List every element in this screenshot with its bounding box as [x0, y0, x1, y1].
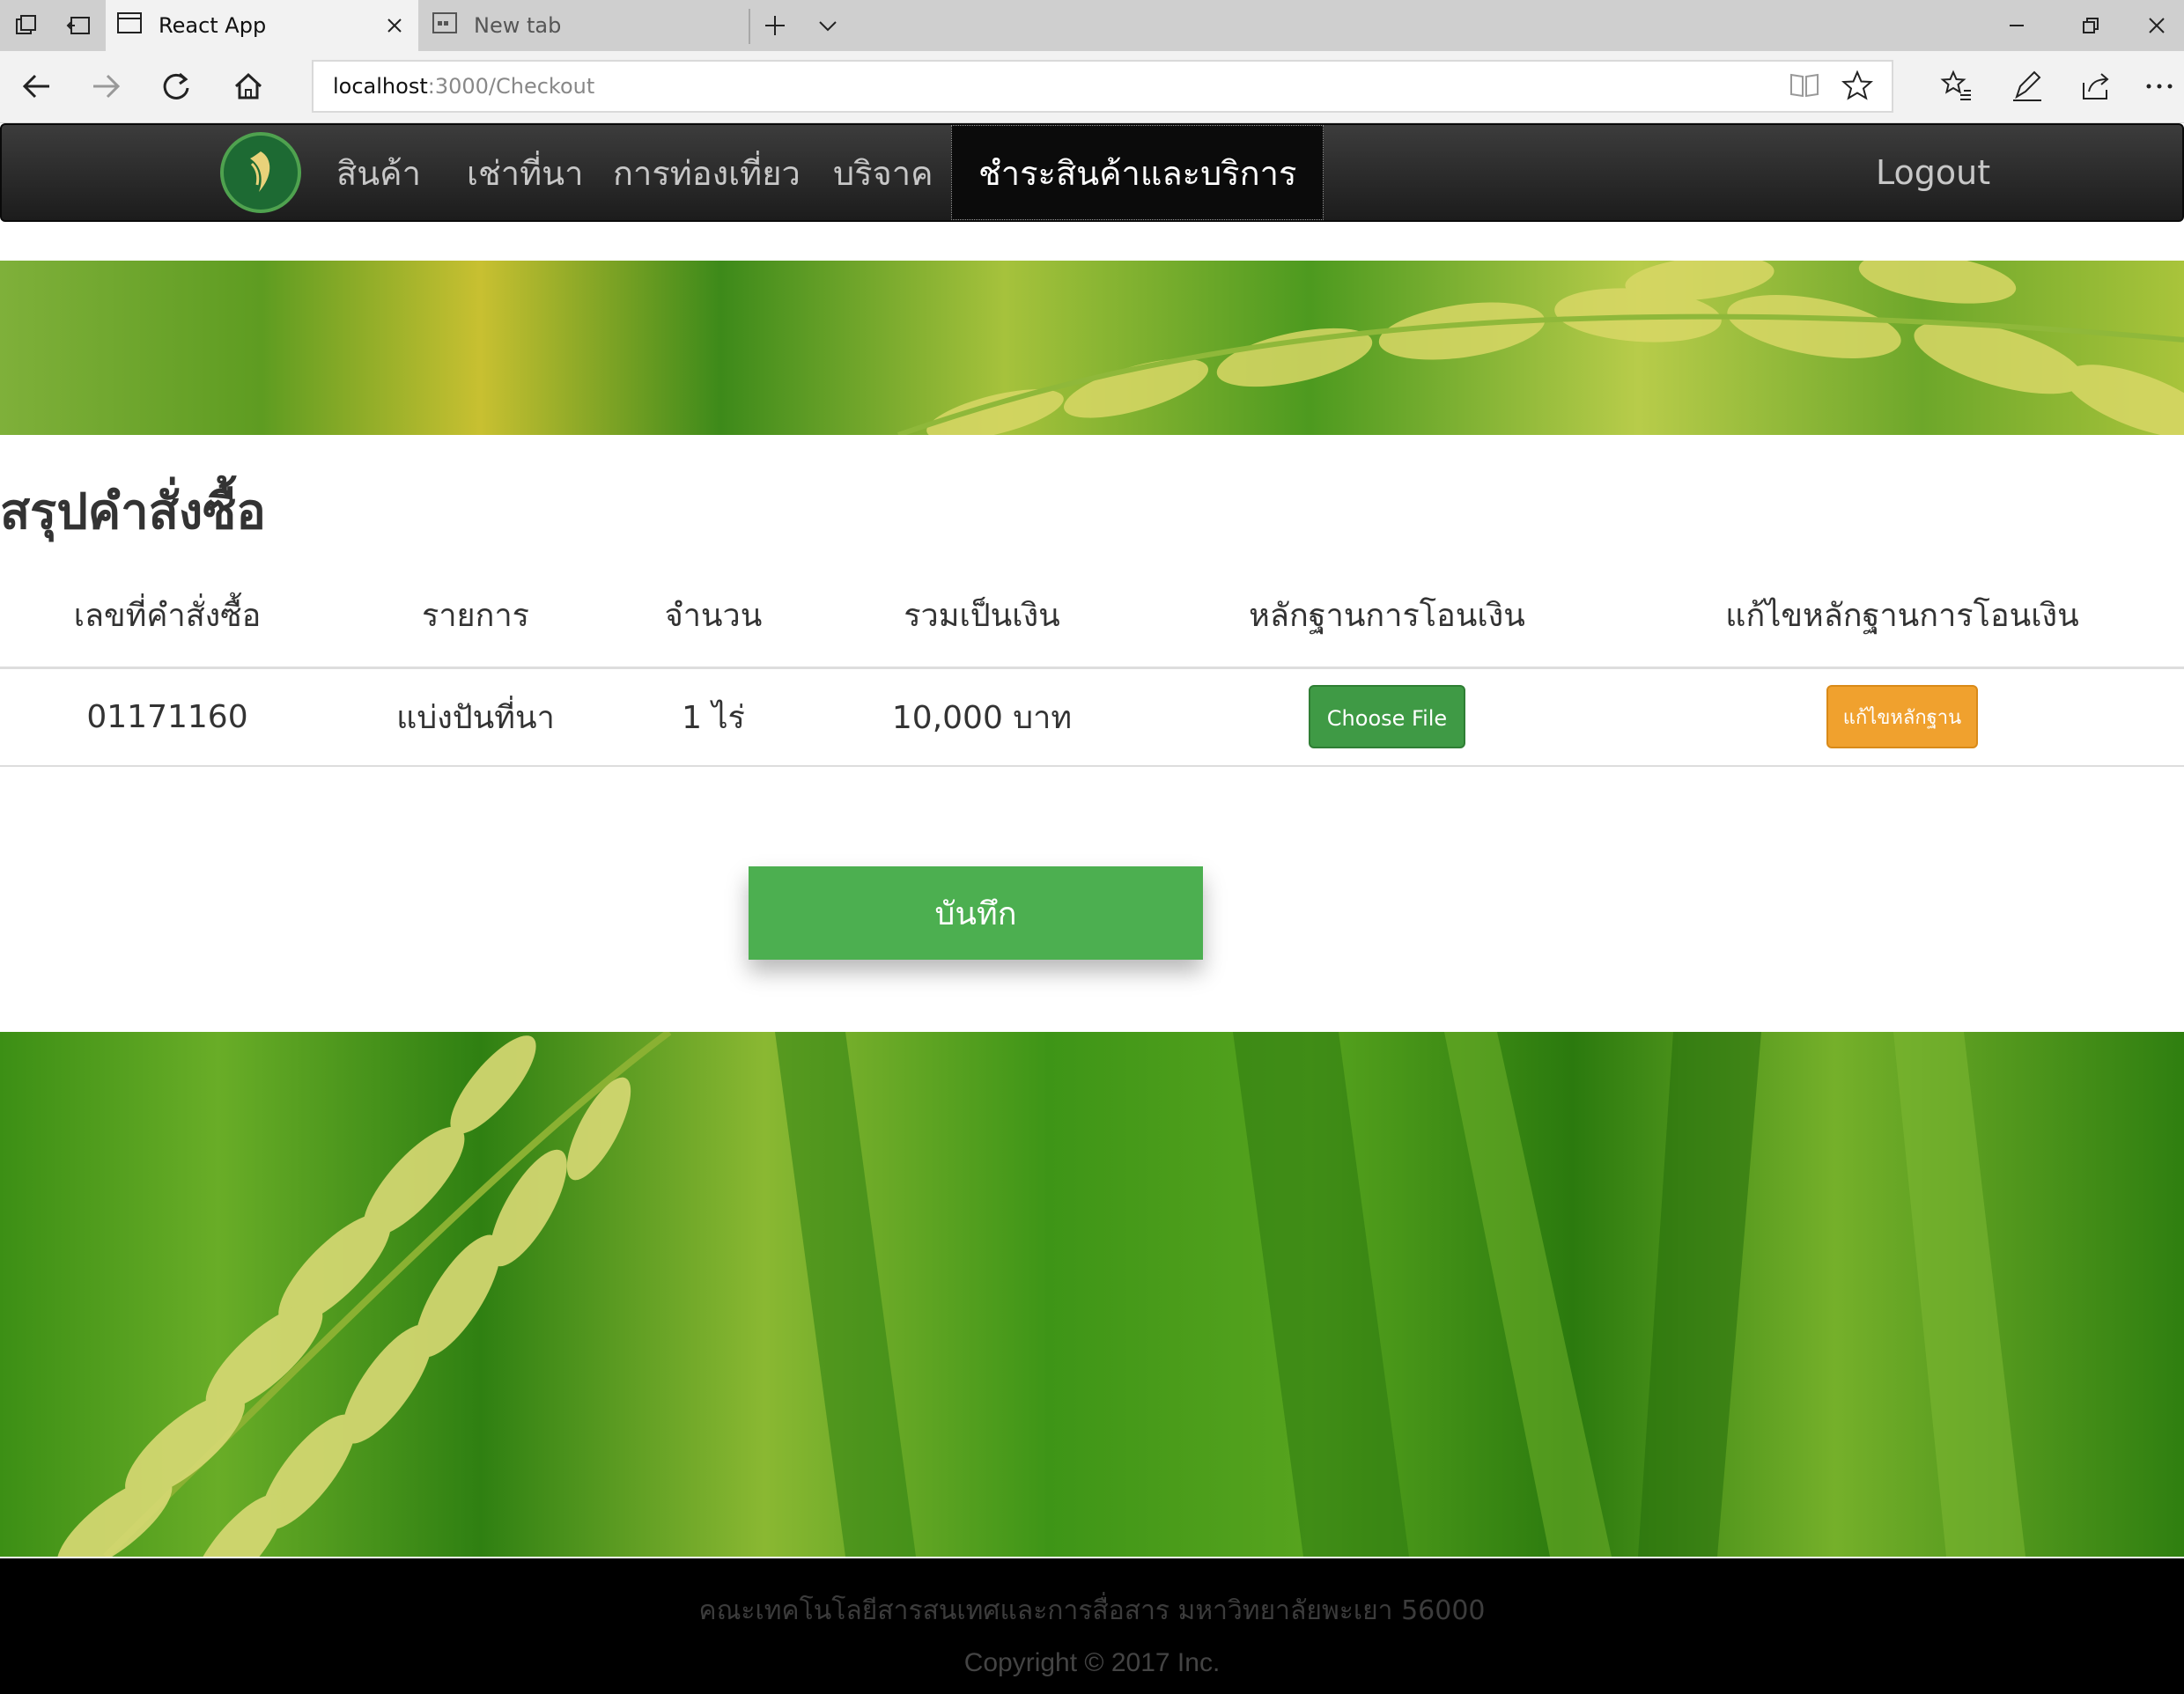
nav-donate[interactable]: บริจาค [833, 125, 933, 220]
browser-address-bar: localhost:3000/Checkout [0, 51, 2184, 123]
pen-icon[interactable] [2001, 60, 2054, 113]
favorites-hub-icon[interactable] [1930, 60, 1983, 113]
table-header-row: เลขที่คำสั่งซื้อ รายการ จำนวน รวมเป็นเงิ… [0, 563, 2184, 669]
column-header-item: รายการ [335, 563, 616, 669]
favorite-star-icon[interactable] [1835, 63, 1879, 107]
back-arrow-icon[interactable] [11, 60, 63, 113]
home-icon[interactable] [222, 60, 275, 113]
column-header-order-no: เลขที่คำสั่งซื้อ [0, 563, 335, 669]
close-tab-icon[interactable] [381, 12, 408, 39]
page-icon [116, 11, 143, 40]
refresh-icon[interactable] [150, 60, 203, 113]
cell-item: แบ่งปันที่นา [335, 667, 616, 767]
tab-title: New tab [474, 13, 562, 38]
cell-edit-proof: แก้ไขหลักฐาน [1620, 667, 2184, 767]
site-footer: คณะเทคโนโลยีสารสนเทศและการสื่อสาร มหาวิท… [0, 1558, 2184, 1694]
cell-total: 10,000 บาท [810, 667, 1154, 767]
rice-banner-bottom [0, 1032, 2184, 1557]
rice-banner-top [0, 261, 2184, 435]
nav-products[interactable]: สินค้า [336, 125, 421, 220]
cell-order-no: 01171160 [0, 667, 335, 767]
save-button[interactable]: บันทึก [749, 866, 1203, 960]
tab-react-app[interactable]: React App [106, 0, 418, 51]
forward-arrow-icon[interactable] [79, 60, 132, 113]
new-tab-page-icon [432, 11, 458, 40]
url-input[interactable]: localhost:3000/Checkout [312, 60, 1893, 113]
url-host: localhost [333, 74, 428, 99]
column-header-transfer-proof: หลักฐานการโอนเงิน [1154, 563, 1620, 669]
site-navbar: สินค้า เช่าที่นา การท่องเที่ยว บริจาค ชำ… [0, 123, 2184, 222]
footer-copyright: Copyright © 2017 Inc. [963, 1648, 1221, 1677]
share-icon[interactable] [2070, 60, 2122, 113]
tab-preview-icon[interactable] [53, 0, 106, 51]
url-path: :3000/Checkout [427, 74, 595, 99]
chevron-down-icon[interactable] [801, 0, 854, 51]
new-tab-plus-icon[interactable] [749, 0, 801, 51]
reading-view-icon[interactable] [1782, 63, 1826, 107]
order-summary-table: เลขที่คำสั่งซื้อ รายการ จำนวน รวมเป็นเงิ… [0, 563, 2184, 767]
tab-manager-icon[interactable] [0, 0, 53, 51]
tab-title: React App [159, 13, 267, 38]
site-logo[interactable] [220, 132, 301, 213]
table-row: 01171160 แบ่งปันที่นา 1 ไร่ 10,000 บาท C… [0, 667, 2184, 767]
cell-transfer-proof: Choose File [1154, 667, 1620, 767]
restore-icon[interactable] [2055, 0, 2126, 51]
choose-file-button[interactable]: Choose File [1309, 685, 1465, 749]
edit-proof-button[interactable]: แก้ไขหลักฐาน [1826, 685, 1978, 749]
column-header-quantity: จำนวน [616, 563, 810, 669]
minimize-icon[interactable] [1981, 0, 2052, 51]
column-header-total: รวมเป็นเงิน [810, 563, 1154, 669]
more-options-icon[interactable] [2135, 60, 2184, 113]
nav-checkout[interactable]: ชำระสินค้าและบริการ [951, 125, 1324, 220]
logout-link[interactable]: Logout [1876, 125, 1990, 220]
footer-address: คณะเทคโนโลยีสารสนเทศและการสื่อสาร มหาวิท… [698, 1595, 1486, 1626]
nav-rent-rice-field[interactable]: เช่าที่นา [467, 125, 583, 220]
page-title: สรุปคำสั่งซื้อ [0, 483, 266, 541]
close-window-icon[interactable] [2129, 0, 2184, 51]
browser-tab-strip: React App New tab [0, 0, 2184, 51]
cell-quantity: 1 ไร่ [616, 667, 810, 767]
tab-new-tab[interactable]: New tab [421, 0, 749, 51]
column-header-edit-proof: แก้ไขหลักฐานการโอนเงิน [1620, 563, 2184, 669]
nav-tourism[interactable]: การท่องเที่ยว [613, 125, 801, 220]
